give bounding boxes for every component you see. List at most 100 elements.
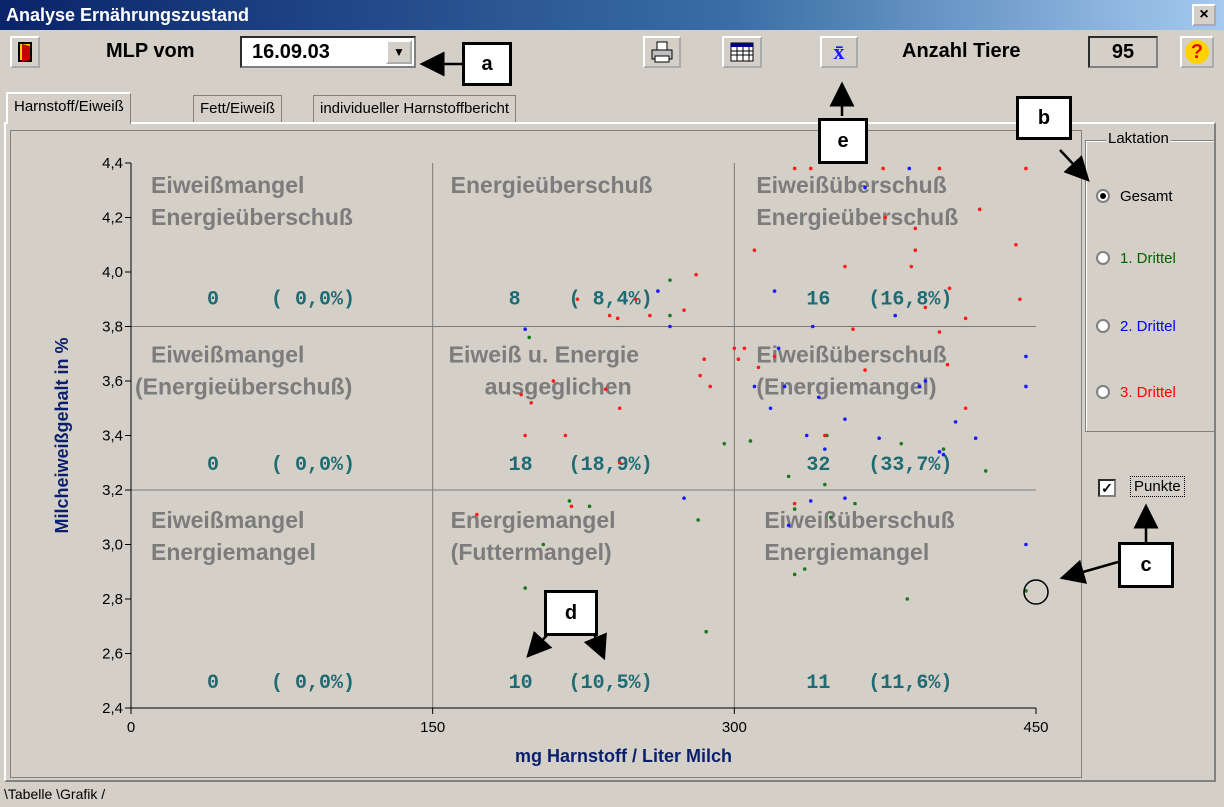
data-point xyxy=(752,384,757,389)
data-point xyxy=(899,441,904,446)
zone-percent: (16,8%) xyxy=(868,289,952,312)
data-point xyxy=(808,166,813,171)
data-point xyxy=(1024,166,1028,171)
data-point xyxy=(843,417,847,421)
data-point xyxy=(742,346,747,351)
zone-label: (Energieüberschuß) xyxy=(135,374,352,400)
radio-button[interactable] xyxy=(1096,251,1110,265)
zone-label: Energiemangel xyxy=(451,507,616,533)
data-point xyxy=(923,305,928,310)
x-tick-label: 0 xyxy=(127,719,135,736)
x-tick-label: 450 xyxy=(1023,719,1048,736)
data-point xyxy=(541,542,546,547)
data-point xyxy=(768,406,773,411)
y-tick-label: 3,4 xyxy=(102,428,123,445)
zone-label: Eiweißmangel xyxy=(151,342,304,368)
radio-button[interactable] xyxy=(1096,189,1110,203)
zone-label: Energieüberschuß xyxy=(451,172,653,198)
data-point xyxy=(913,226,918,231)
data-point xyxy=(923,379,928,383)
data-point xyxy=(668,324,672,329)
data-point xyxy=(563,433,568,438)
zone-count: 10 xyxy=(509,672,533,695)
data-point xyxy=(843,496,847,500)
data-point xyxy=(804,433,809,438)
data-point xyxy=(893,313,898,318)
data-point xyxy=(792,507,797,511)
radio-label: Gesamt xyxy=(1120,187,1173,205)
zone-percent: (18,9%) xyxy=(569,454,653,477)
callout-e: e xyxy=(818,118,868,164)
y-tick-label: 3,2 xyxy=(102,482,123,499)
data-point xyxy=(682,496,686,500)
data-point xyxy=(1024,384,1028,389)
zone-count: 0 xyxy=(207,289,219,312)
data-point xyxy=(772,289,777,293)
data-point xyxy=(772,354,777,359)
data-point xyxy=(696,518,700,522)
y-tick-label: 3,6 xyxy=(102,373,123,390)
data-point xyxy=(947,286,952,291)
radio-1-drittel[interactable]: 1. Drittel xyxy=(1096,246,1176,270)
radio-label: 3. Drittel xyxy=(1120,383,1176,401)
data-point xyxy=(617,406,622,411)
tab-harnstoff-eiweiss[interactable]: Harnstoff/Eiweiß xyxy=(6,92,131,124)
data-point xyxy=(519,392,523,397)
data-point xyxy=(523,433,527,438)
callout-b: b xyxy=(1016,96,1072,140)
zone-label: Eiweißmangel xyxy=(151,172,304,198)
x-axis-title: mg Harnstoff / Liter Milch xyxy=(515,746,732,766)
data-point xyxy=(782,384,787,389)
data-point xyxy=(863,185,867,190)
data-point xyxy=(648,313,652,318)
y-tick-label: 2,6 xyxy=(102,646,123,663)
zone-count: 8 xyxy=(509,289,521,312)
radio-gesamt[interactable]: Gesamt xyxy=(1096,184,1173,208)
data-point xyxy=(1024,354,1028,359)
data-point xyxy=(905,597,910,601)
y-tick-label: 3,8 xyxy=(102,319,123,336)
radio-selected-dot xyxy=(1100,193,1106,199)
zone-count: 0 xyxy=(207,672,219,695)
data-point xyxy=(917,384,922,389)
data-point xyxy=(615,316,620,321)
data-point xyxy=(756,365,761,370)
zone-count: 11 xyxy=(806,672,830,695)
data-point xyxy=(575,297,580,302)
data-point xyxy=(937,450,942,454)
zone-percent: (11,6%) xyxy=(868,672,952,695)
callout-a: a xyxy=(462,42,512,86)
data-point xyxy=(704,629,708,634)
y-tick-label: 4,2 xyxy=(102,210,123,227)
punkte-label[interactable]: Punkte xyxy=(1130,476,1185,497)
data-point xyxy=(786,474,791,479)
data-point xyxy=(963,316,968,321)
radio-label: 1. Drittel xyxy=(1120,249,1176,267)
zone-percent: ( 0,0%) xyxy=(271,672,355,695)
radio-3-drittel[interactable]: 3. Drittel xyxy=(1096,380,1176,404)
data-point xyxy=(569,504,574,509)
laktation-legend: Laktation xyxy=(1106,130,1171,147)
data-point xyxy=(607,313,612,318)
zone-label: Energieüberschuß xyxy=(756,204,958,230)
radio-button[interactable] xyxy=(1096,385,1110,399)
data-point xyxy=(829,515,833,520)
radio-button[interactable] xyxy=(1096,319,1110,333)
data-point xyxy=(792,501,797,506)
data-point xyxy=(941,452,946,457)
data-point xyxy=(1014,242,1018,247)
data-point xyxy=(682,308,686,312)
data-point xyxy=(668,313,672,318)
bottom-sheet-tabs[interactable]: \Tabelle \Grafik / xyxy=(4,786,105,807)
y-tick-label: 4,4 xyxy=(102,155,123,172)
punkte-checkbox[interactable]: ✓ xyxy=(1098,479,1116,497)
zone-label: Eiweißüberschuß xyxy=(756,342,946,368)
radio-2-drittel[interactable]: 2. Drittel xyxy=(1096,314,1176,338)
data-point xyxy=(656,289,660,293)
zone-percent: (33,7%) xyxy=(868,454,952,477)
data-point xyxy=(792,166,797,171)
zone-count: 0 xyxy=(207,454,219,477)
data-point xyxy=(913,248,918,252)
zone-percent: ( 8,4%) xyxy=(569,289,653,312)
zone-label: Energiemangel xyxy=(764,539,929,565)
